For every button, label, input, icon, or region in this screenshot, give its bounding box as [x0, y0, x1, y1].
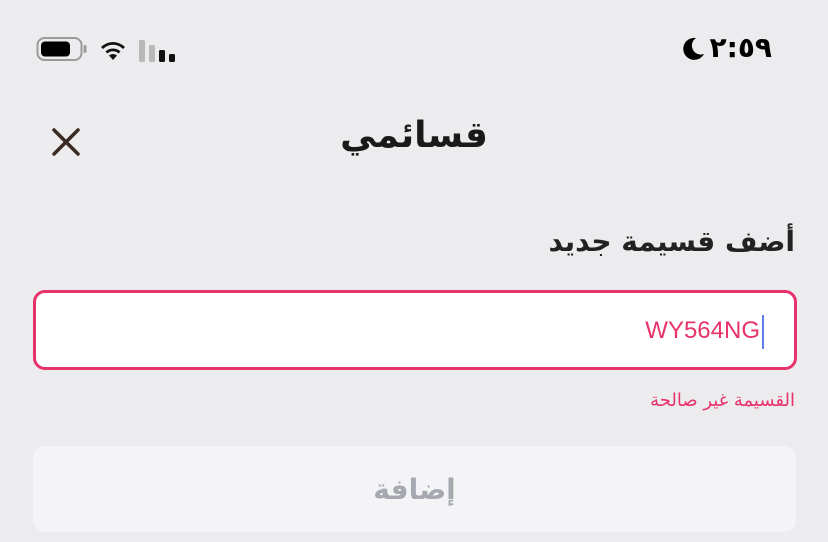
status-bar: ٢:٥٩	[0, 0, 828, 96]
signal-icon	[139, 40, 175, 62]
status-time: ٢:٥٩	[709, 31, 772, 64]
coupon-input[interactable]: WY564NG	[33, 290, 797, 370]
moon-icon	[683, 37, 704, 60]
battery-icon	[36, 37, 87, 61]
page-title: قسائمي	[340, 115, 488, 156]
coupon-input-value[interactable]: WY564NG	[645, 314, 760, 348]
text-caret	[762, 315, 764, 349]
wifi-icon	[101, 42, 125, 60]
coupon-label: أضف قسيمة جديد	[548, 225, 795, 258]
header: قسائمي	[0, 96, 828, 186]
error-message: القسيمة غير صالحة	[650, 390, 795, 411]
add-button-label: إضافة	[373, 473, 456, 506]
add-button[interactable]: إضافة	[33, 446, 796, 532]
